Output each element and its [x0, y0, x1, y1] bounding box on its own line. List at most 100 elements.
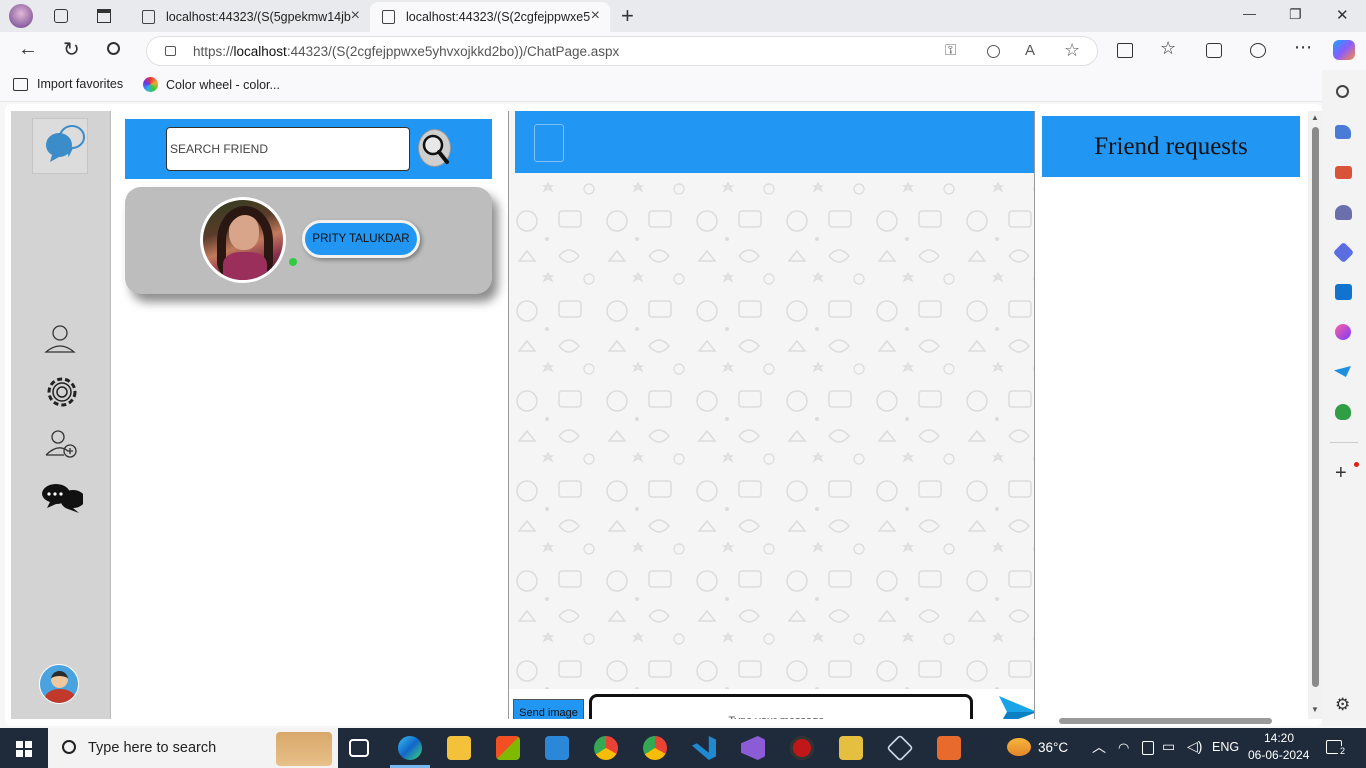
search-highlight-icon	[276, 732, 332, 766]
send-image-button[interactable]: Send image	[513, 699, 584, 719]
vscode-icon[interactable]	[692, 736, 716, 760]
search-page-icon[interactable]	[107, 42, 120, 55]
favorites-icon[interactable]: ☆	[1160, 38, 1176, 59]
profile-avatar[interactable]	[9, 4, 33, 28]
clock-time[interactable]: 14:20	[1264, 731, 1294, 745]
user-icon[interactable]	[43, 324, 77, 354]
notifications-count: 2	[1338, 746, 1348, 756]
scroll-up-arrow[interactable]: ▲	[1311, 113, 1319, 122]
cube-3d-icon[interactable]	[886, 734, 914, 762]
message-input[interactable]	[589, 694, 973, 719]
page-favicon-icon	[382, 10, 395, 24]
chat-contact-avatar[interactable]	[534, 124, 564, 162]
doodle-background	[509, 111, 1034, 689]
magnifier-icon	[422, 134, 449, 164]
friend-list-item[interactable]: PRITY TALUKDAR	[125, 187, 492, 294]
friend-requests-title: Friend requests	[1042, 116, 1300, 177]
chrome-profile-icon[interactable]	[594, 736, 618, 760]
import-favorites-icon	[13, 77, 28, 91]
record-icon[interactable]	[790, 736, 814, 760]
design-icon[interactable]	[1335, 324, 1351, 340]
friend-name-button[interactable]: PRITY TALUKDAR	[302, 220, 420, 258]
maximize-button[interactable]: ❐	[1289, 6, 1302, 23]
minimize-button[interactable]: —	[1243, 6, 1256, 21]
close-window-button[interactable]: ✕	[1336, 6, 1349, 24]
tab-title: localhost:44323/(S(5gpekmw14jb	[166, 10, 351, 24]
read-aloud-icon[interactable]: A	[1025, 42, 1035, 59]
sidebar-search-icon[interactable]	[1336, 85, 1349, 98]
nav-rail	[11, 111, 111, 719]
battery-icon[interactable]	[1142, 741, 1154, 755]
tree-icon[interactable]	[1335, 404, 1351, 420]
app-tile-icon[interactable]	[937, 736, 961, 760]
address-bar[interactable]: https://localhost:44323/(S(2cgfejppwxe5y…	[146, 36, 1098, 66]
scroll-down-arrow[interactable]: ▼	[1311, 705, 1319, 714]
task-view-icon[interactable]	[349, 739, 369, 757]
favorite-import[interactable]: Import favorites	[13, 77, 123, 91]
collections-icon[interactable]	[1206, 43, 1222, 58]
edge-app-icon[interactable]	[398, 736, 422, 760]
favorite-color-wheel[interactable]: Color wheel - color...	[143, 77, 280, 92]
page-vertical-scrollbar[interactable]: ▲ ▼	[1308, 111, 1322, 719]
mail-icon[interactable]	[545, 736, 569, 760]
split-screen-icon[interactable]	[1117, 43, 1133, 58]
speaker-icon[interactable]: ◁)	[1187, 738, 1202, 755]
clock-date[interactable]: 06-06-2024	[1248, 748, 1309, 762]
network-icon[interactable]: ◠	[1118, 740, 1129, 756]
current-user-avatar[interactable]	[39, 664, 79, 704]
file-explorer-icon[interactable]	[447, 736, 471, 760]
add-user-icon[interactable]	[44, 429, 80, 461]
send-paper-plane-icon[interactable]	[1334, 366, 1351, 377]
workspaces-icon[interactable]	[54, 9, 68, 23]
people-icon[interactable]	[1335, 205, 1352, 220]
search-friend-input[interactable]	[166, 127, 410, 171]
language-indicator[interactable]: ENG	[1212, 740, 1239, 754]
sidebar-divider	[1330, 442, 1358, 443]
paint-tool-icon[interactable]	[839, 736, 863, 760]
weather-temp[interactable]: 36°C	[1038, 740, 1068, 755]
color-wheel-icon	[143, 77, 158, 92]
tray-chevron-icon[interactable]: ︿	[1092, 737, 1106, 757]
tools-icon[interactable]	[1335, 166, 1352, 179]
search-button[interactable]	[418, 129, 451, 167]
browser-tab-strip: localhost:44323/(S(5gpekmw14jb × localho…	[0, 0, 1366, 32]
sidebar-settings-icon[interactable]: ⚙	[1335, 695, 1350, 715]
back-icon[interactable]: ←	[18, 38, 38, 61]
horizontal-scrollbar-thumb[interactable]	[1059, 718, 1272, 724]
weather-icon[interactable]	[1007, 738, 1031, 756]
chrome-icon[interactable]	[643, 736, 667, 760]
friend-search-header	[125, 119, 492, 179]
scrollbar-thumb[interactable]	[1312, 127, 1319, 687]
close-tab-icon[interactable]: ×	[591, 7, 600, 25]
tab-actions-icon[interactable]	[97, 9, 111, 23]
tab-active[interactable]: localhost:44323/(S(2cgfejppwxe5 ×	[370, 2, 610, 32]
app-logo[interactable]	[32, 118, 88, 174]
zoom-out-icon[interactable]	[987, 45, 1000, 58]
page-favicon-icon	[142, 10, 155, 24]
performance-icon[interactable]	[1250, 43, 1266, 58]
volume-icon[interactable]: ▭	[1162, 738, 1175, 755]
copilot-icon[interactable]	[1333, 40, 1355, 60]
key-icon[interactable]: ⚿	[945, 42, 956, 59]
gear-icon[interactable]	[41, 373, 83, 411]
url-text: https://localhost:44323/(S(2cgfejppwxe5y…	[193, 44, 620, 59]
copilot-sidebar-icon[interactable]	[1332, 241, 1355, 264]
outlook-icon[interactable]	[1335, 284, 1352, 300]
send-arrow-icon[interactable]	[997, 696, 1035, 719]
notification-dot	[1354, 462, 1359, 467]
add-sidebar-app-icon[interactable]: +	[1335, 462, 1347, 485]
tab-inactive[interactable]: localhost:44323/(S(5gpekmw14jb ×	[130, 2, 370, 32]
store-icon[interactable]	[496, 736, 520, 760]
shopping-tag-icon[interactable]	[1335, 125, 1351, 139]
chat-bubbles-icon[interactable]	[39, 481, 83, 515]
new-tab-button[interactable]: +	[621, 3, 634, 29]
visual-studio-icon[interactable]	[741, 736, 765, 760]
refresh-icon[interactable]: ↻	[63, 37, 80, 62]
favorite-star-icon[interactable]: ☆	[1064, 40, 1080, 61]
close-tab-icon[interactable]: ×	[351, 7, 360, 25]
windows-start-icon[interactable]	[16, 741, 32, 757]
more-menu-icon[interactable]: ⋯	[1294, 37, 1312, 58]
friend-avatar[interactable]	[200, 197, 286, 283]
taskbar-search-box[interactable]: Type here to search	[48, 728, 338, 768]
lock-icon[interactable]	[165, 46, 176, 56]
